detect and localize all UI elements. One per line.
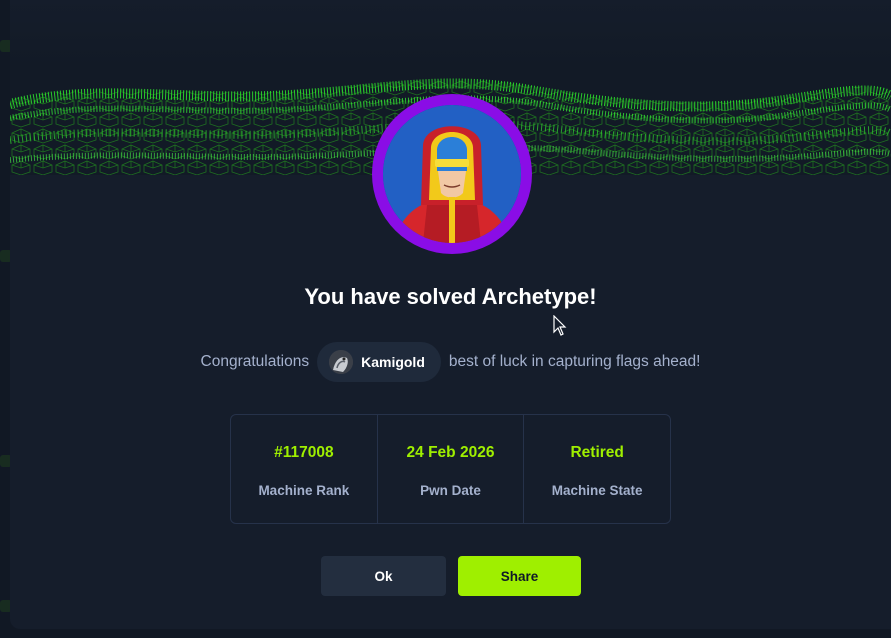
stat-label: Machine Rank <box>258 483 350 498</box>
mouse-cursor-icon <box>553 315 567 336</box>
stat-machine-rank: #117008 Machine Rank <box>231 415 377 523</box>
hooded-hero-avatar-icon <box>383 105 521 243</box>
solved-title: You have solved Archetype! <box>304 284 597 309</box>
machine-avatar <box>372 94 532 254</box>
stat-label: Pwn Date <box>420 483 481 498</box>
congrats-suffix: best of luck in capturing flags ahead! <box>448 353 701 370</box>
congrats-message: Congratulations Kamigold best of luck in… <box>10 342 891 382</box>
stat-pwn-date: 24 Feb 2026 Pwn Date <box>376 415 524 523</box>
user-chip[interactable]: Kamigold <box>317 342 441 382</box>
stat-value: 24 Feb 2026 <box>406 444 495 461</box>
machine-solved-modal: You have solved Archetype! Congratulatio… <box>10 0 891 629</box>
congrats-prefix: Congratulations <box>200 353 310 370</box>
solve-stats: #117008 Machine Rank 24 Feb 2026 Pwn Dat… <box>230 414 671 524</box>
stat-machine-state: Retired Machine State <box>523 415 670 523</box>
ok-button[interactable]: Ok <box>321 556 446 596</box>
modal-actions: Ok Share <box>321 556 581 596</box>
stat-value: #117008 <box>274 444 334 461</box>
user-avatar-icon <box>329 350 354 374</box>
stat-value: Retired <box>570 444 624 461</box>
user-name: Kamigold <box>361 354 425 370</box>
share-button[interactable]: Share <box>458 556 581 596</box>
stat-label: Machine State <box>551 483 643 498</box>
